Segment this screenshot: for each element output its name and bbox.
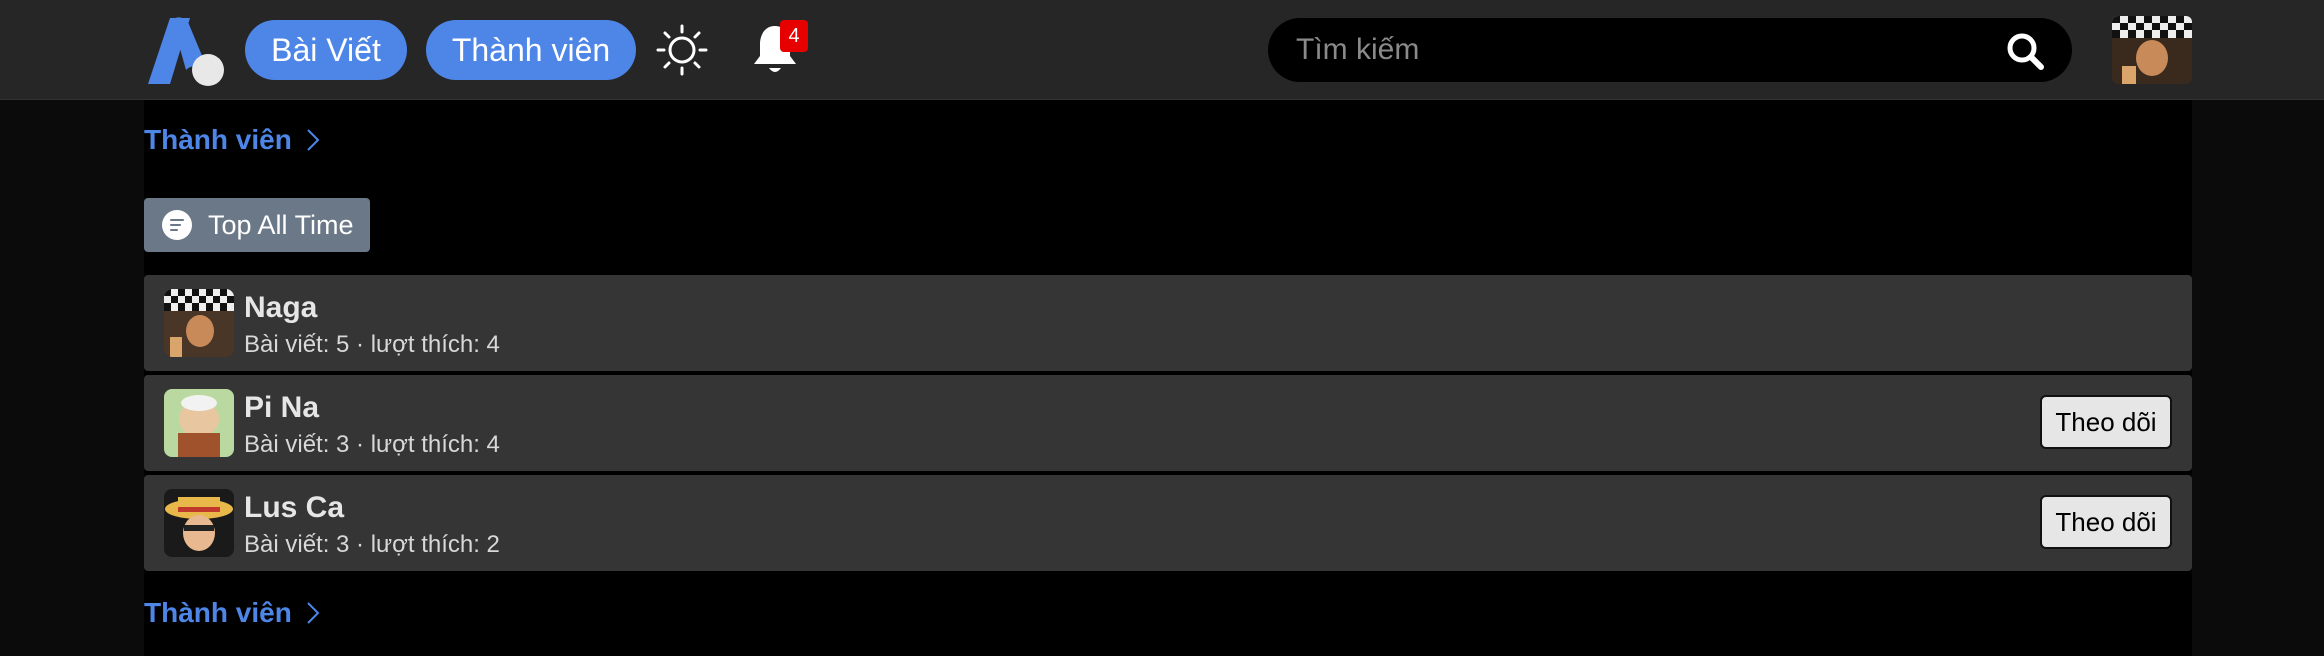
member-avatar[interactable]	[164, 389, 234, 457]
search-icon[interactable]	[2006, 32, 2044, 70]
list-item[interactable]: Lus Ca Bài viết: 3 · lượt thích: 2 Theo …	[144, 475, 2192, 571]
top-all-time-filter-button[interactable]: Top All Time	[144, 198, 370, 252]
breadcrumb-label[interactable]: Thành viên	[144, 124, 292, 156]
member-stats: Bài viết: 3 · lượt thích: 4	[244, 431, 500, 458]
nav-posts-button[interactable]: Bài Viết	[245, 20, 407, 80]
sort-list-icon	[162, 210, 192, 240]
member-avatar[interactable]	[164, 289, 234, 357]
follow-button[interactable]: Theo dõi	[2040, 495, 2172, 549]
member-name[interactable]: Pi Na	[244, 391, 319, 425]
notification-badge: 4	[780, 20, 808, 52]
member-stats: Bài viết: 3 · lượt thích: 2	[244, 531, 500, 558]
breadcrumb[interactable]: Thành viên	[144, 124, 320, 156]
follow-button[interactable]: Theo dõi	[2040, 395, 2172, 449]
chevron-right-icon	[307, 129, 320, 151]
breadcrumb-bottom[interactable]: Thành viên	[144, 597, 320, 629]
nav-members-button[interactable]: Thành viên	[426, 20, 636, 80]
search-input[interactable]	[1296, 18, 1976, 82]
member-avatar[interactable]	[164, 489, 234, 557]
list-item[interactable]: Pi Na Bài viết: 3 · lượt thích: 4 Theo d…	[144, 375, 2192, 471]
user-avatar[interactable]	[2112, 16, 2192, 84]
theme-toggle-sun-icon[interactable]	[656, 24, 708, 76]
list-item[interactable]: Naga Bài viết: 5 · lượt thích: 4	[144, 275, 2192, 371]
breadcrumb-label[interactable]: Thành viên	[144, 597, 292, 629]
member-name[interactable]: Lus Ca	[244, 491, 344, 525]
top-navbar: Bài Viết Thành viên 4	[0, 0, 2324, 100]
site-logo-icon[interactable]	[142, 14, 226, 86]
member-name[interactable]: Naga	[244, 291, 317, 325]
member-stats: Bài viết: 5 · lượt thích: 4	[244, 331, 500, 358]
search-bar	[1268, 18, 2072, 82]
chevron-right-icon	[307, 602, 320, 624]
filter-label: Top All Time	[208, 209, 354, 240]
